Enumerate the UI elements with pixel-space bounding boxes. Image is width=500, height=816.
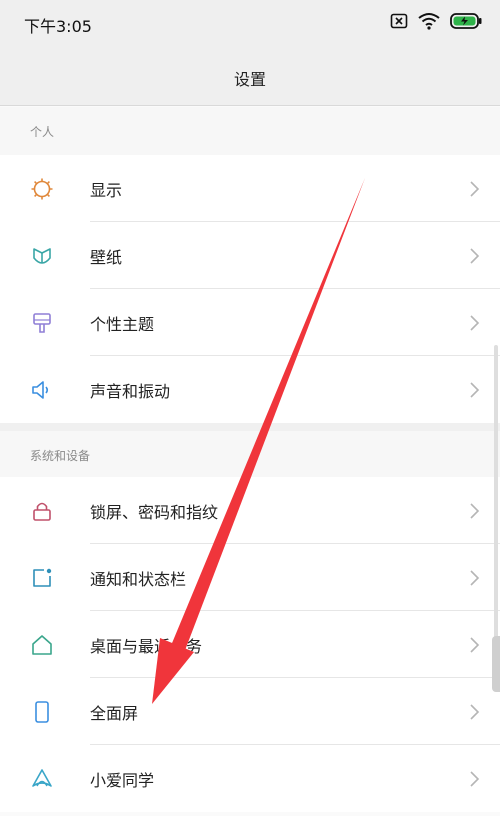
item-label: 声音和振动	[90, 382, 171, 401]
settings-item-fullscreen[interactable]: 全面屏	[0, 678, 500, 745]
theme-brush-icon	[33, 313, 51, 333]
page-title: 设置	[233, 70, 266, 89]
chevron-right-icon	[470, 181, 480, 197]
settings-item-sound[interactable]: 声音和振动	[0, 356, 500, 423]
item-label: 锁屏、密码和指纹	[90, 503, 219, 522]
chevron-right-icon	[470, 771, 480, 787]
item-label: 全面屏	[90, 704, 139, 723]
section-label: 系统和设备	[30, 449, 91, 463]
item-label: 通知和状态栏	[90, 570, 187, 589]
settings-item-notifications[interactable]: 通知和状态栏	[0, 544, 500, 611]
brightness-icon	[31, 178, 53, 200]
lock-icon	[33, 502, 51, 521]
chevron-right-icon	[470, 503, 480, 519]
chevron-right-icon	[470, 570, 480, 586]
chevron-right-icon	[470, 382, 480, 398]
sim-off-icon	[390, 13, 408, 29]
wallpaper-icon	[33, 248, 51, 264]
section-header-system: 系统和设备	[0, 431, 500, 479]
speaker-icon	[32, 381, 49, 399]
chevron-right-icon	[470, 315, 480, 331]
chevron-right-icon	[470, 704, 480, 720]
chevron-right-icon	[470, 637, 480, 653]
edge-gesture-handle[interactable]	[492, 636, 500, 692]
section-gap	[0, 423, 500, 431]
section-header-personal: 个人	[0, 107, 500, 155]
settings-item-theme[interactable]: 个性主题	[0, 289, 500, 356]
status-time: 下午3:05	[24, 17, 92, 36]
title-bar: 设置	[0, 48, 500, 106]
status-bar: 下午3:05	[0, 0, 500, 48]
settings-item-lockscreen[interactable]: 锁屏、密码和指纹	[0, 477, 500, 544]
settings-item-wallpaper[interactable]: 壁纸	[0, 222, 500, 289]
item-label: 桌面与最近任务	[90, 637, 203, 656]
item-label: 显示	[90, 181, 123, 200]
scrollbar-thumb[interactable]	[494, 345, 498, 645]
settings-item-home[interactable]: 桌面与最近任务	[0, 611, 500, 678]
wifi-icon	[418, 13, 440, 30]
section-label: 个人	[30, 125, 55, 139]
phone-icon	[35, 701, 49, 723]
settings-item-xiaoai[interactable]: 小爱同学	[0, 745, 500, 812]
xiaoai-icon	[32, 769, 52, 787]
notification-icon	[33, 568, 52, 587]
battery-charging-icon	[450, 13, 482, 29]
settings-item-display[interactable]: 显示	[0, 155, 500, 222]
item-label: 壁纸	[90, 248, 123, 267]
item-label: 个性主题	[90, 315, 155, 334]
home-icon	[32, 635, 52, 655]
item-label: 小爱同学	[90, 771, 155, 790]
chevron-right-icon	[470, 248, 480, 264]
status-icons	[390, 12, 482, 30]
